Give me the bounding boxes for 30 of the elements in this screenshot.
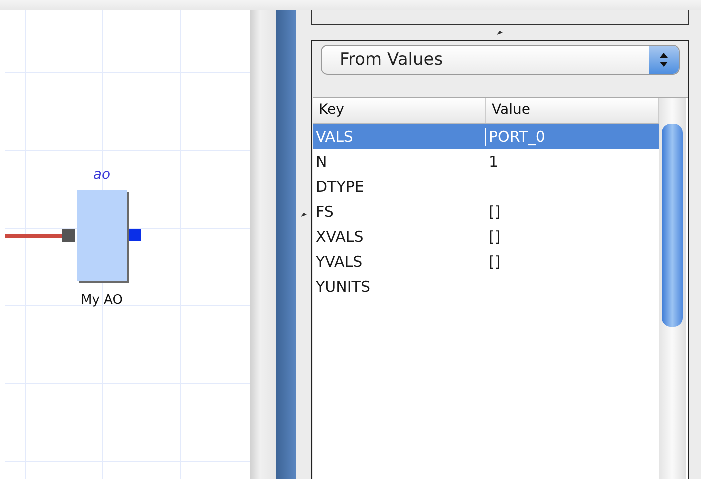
table-row[interactable]: DTYPE <box>313 174 659 199</box>
column-header[interactable]: Key <box>313 98 486 123</box>
stepper-arrows-icon <box>660 53 668 67</box>
table-cell: YVALS <box>316 252 363 270</box>
table-cell: FS <box>316 202 334 220</box>
table-row[interactable]: YVALS [] <box>313 249 659 274</box>
table-cell: YUNITS <box>316 278 370 296</box>
table-row[interactable]: VALS PORT_0 <box>313 124 659 149</box>
input-port[interactable] <box>62 229 75 242</box>
table-row[interactable]: FS [] <box>313 199 659 224</box>
table-cell: [] <box>489 252 501 270</box>
table-row[interactable]: XVALS [] <box>313 224 659 249</box>
node-label: My AO <box>81 293 123 308</box>
table-cell: DTYPE <box>316 178 364 196</box>
table-cell: [] <box>489 228 501 246</box>
table-cell: [] <box>489 202 501 220</box>
scrollbar[interactable] <box>659 98 686 479</box>
table-cell: PORT_0 <box>489 128 546 146</box>
table-cell: XVALS <box>316 228 364 246</box>
table-cell: 1 <box>489 152 499 170</box>
table-cell: VALS <box>316 128 354 146</box>
table-cell: N <box>316 152 328 170</box>
collapse-grip-icon[interactable] <box>497 30 503 36</box>
table-row[interactable]: N 1 <box>313 149 659 174</box>
scroll-thumb[interactable] <box>662 124 683 327</box>
node-title: ao <box>93 167 111 183</box>
table-row[interactable]: YUNITS <box>313 274 659 299</box>
collapse-grip-icon[interactable] <box>300 212 306 218</box>
node-block[interactable] <box>77 190 129 283</box>
source-dropdown[interactable]: From Values <box>321 45 680 75</box>
